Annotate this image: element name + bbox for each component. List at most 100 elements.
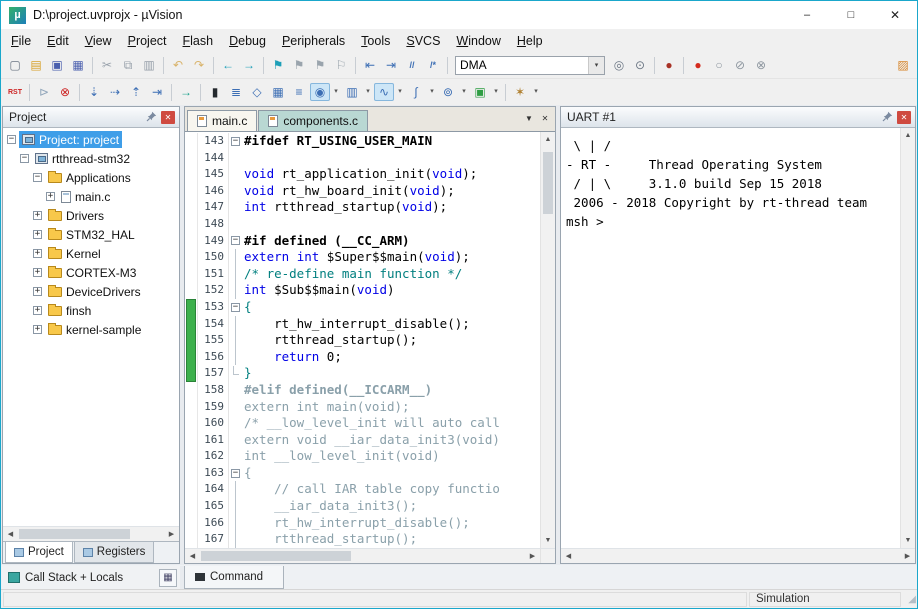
code-line[interactable]: 156 return 0; — [185, 349, 540, 366]
scroll-right-icon[interactable]: ▶ — [525, 549, 540, 563]
uart-hscrollbar[interactable]: ◀ ▶ — [561, 548, 915, 563]
code-line[interactable]: 155 rtthread_startup(); — [185, 332, 540, 349]
expand-toggle-icon[interactable]: + — [33, 325, 42, 334]
code-line[interactable]: 148 — [185, 216, 540, 233]
menu-debug[interactable]: Debug — [221, 30, 274, 52]
code-line[interactable]: 166 rt_hw_interrupt_disable(); — [185, 515, 540, 532]
code-line[interactable]: 143−#ifdef RT_USING_USER_MAIN — [185, 133, 540, 150]
code-line[interactable]: 159extern int main(void); — [185, 399, 540, 416]
grid-button[interactable]: ▦ — [159, 569, 177, 587]
scroll-up-icon[interactable]: ▲ — [901, 128, 915, 143]
uart-panel-close-icon[interactable]: ✕ — [897, 111, 911, 124]
expand-toggle-icon[interactable]: + — [46, 192, 55, 201]
find-text-dropdown-icon[interactable]: ▾ — [588, 57, 604, 74]
code-line[interactable]: 167 rtthread_startup(); — [185, 531, 540, 548]
scroll-track[interactable] — [901, 143, 915, 533]
toolbox-icon[interactable]: ✶ — [510, 83, 530, 101]
reset-cpu-icon[interactable]: RST — [5, 83, 25, 101]
tree-item-file-main-c[interactable]: +main.c — [3, 187, 179, 206]
expand-toggle-icon[interactable]: + — [33, 306, 42, 315]
step-over-icon[interactable]: ⇢ — [105, 83, 125, 101]
panel-tab-registers[interactable]: Registers — [74, 542, 155, 563]
code-line[interactable]: 164 // call IAR table copy functio — [185, 481, 540, 498]
redo-icon[interactable]: ↷ — [189, 56, 209, 74]
command-tab[interactable]: Command — [184, 566, 284, 589]
scroll-right-icon[interactable]: ▶ — [164, 527, 179, 541]
scroll-left-icon[interactable]: ◀ — [3, 527, 18, 541]
code-area[interactable]: 143−#ifdef RT_USING_USER_MAIN144145void … — [185, 132, 540, 548]
resize-grip[interactable]: ◢ — [902, 594, 916, 605]
scroll-down-icon[interactable]: ▼ — [541, 533, 555, 548]
save-all-icon[interactable]: ▦ — [68, 56, 88, 74]
find-in-files-icon[interactable]: ◎ — [609, 56, 629, 74]
menu-edit[interactable]: Edit — [39, 30, 77, 52]
maximize-button[interactable]: □ — [829, 1, 873, 29]
expand-toggle-icon[interactable]: − — [33, 173, 42, 182]
close-button[interactable]: ✕ — [873, 1, 917, 29]
minimize-button[interactable]: – — [785, 1, 829, 29]
code-line[interactable]: 162int __low_level_init(void) — [185, 448, 540, 465]
expand-toggle-icon[interactable]: − — [7, 135, 16, 144]
call-stack-tab[interactable]: Call Stack + Locals ▦ — [2, 566, 180, 589]
scroll-left-icon[interactable]: ◀ — [185, 549, 200, 563]
trace-window-icon[interactable]: ⊚ — [438, 83, 458, 101]
code-line[interactable]: 146void rt_hw_board_init(void); — [185, 183, 540, 200]
code-line[interactable]: 150extern int $Super$$main(void); — [185, 249, 540, 266]
uart-output[interactable]: \ | /- RT - Thread Operating System / | … — [561, 128, 900, 548]
clear-all-bookmarks-icon[interactable]: ⚐ — [331, 56, 351, 74]
code-line[interactable]: 154 rt_hw_interrupt_disable(); — [185, 316, 540, 333]
scroll-track[interactable] — [200, 549, 525, 563]
symbol-window-icon[interactable]: ◇ — [247, 83, 267, 101]
tree-item-group-applications[interactable]: −Applications — [3, 168, 179, 187]
fold-toggle-icon[interactable]: − — [231, 303, 240, 312]
close-document-icon[interactable]: ✕ — [537, 110, 553, 128]
navigate-back-icon[interactable]: ← — [218, 56, 238, 74]
lookup-icon[interactable]: ● — [659, 56, 679, 74]
command-window-icon[interactable]: ▮ — [205, 83, 225, 101]
memory-window-dropdown-icon[interactable]: ▾ — [363, 83, 373, 101]
expand-toggle-icon[interactable]: + — [33, 287, 42, 296]
previous-bookmark-icon[interactable]: ⚑ — [289, 56, 309, 74]
navigate-forward-icon[interactable]: → — [239, 56, 259, 74]
code-line[interactable]: 158#elif defined(__ICCARM__) — [185, 382, 540, 399]
configure-flash-tools-icon[interactable]: ▨ — [893, 56, 913, 74]
system-viewer-dropdown-icon[interactable]: ▾ — [491, 83, 501, 101]
tree-item-group-devicedrivers[interactable]: +DeviceDrivers — [3, 282, 179, 301]
tree-item-group-kernel[interactable]: +Kernel — [3, 244, 179, 263]
watch-window-icon[interactable]: ◉ — [310, 83, 330, 101]
find-text-combo[interactable]: ▾ — [455, 56, 605, 75]
registers-window-icon[interactable]: ▦ — [268, 83, 288, 101]
editor-vscrollbar[interactable]: ▲ ▼ — [540, 132, 555, 548]
scroll-right-icon[interactable]: ▶ — [900, 549, 915, 563]
uncomment-selection-icon[interactable]: /* — [423, 56, 443, 74]
undo-icon[interactable]: ↶ — [168, 56, 188, 74]
editor-tab-components-c[interactable]: components.c — [258, 110, 368, 131]
project-panel-close-icon[interactable]: ✕ — [161, 111, 175, 124]
scroll-track[interactable] — [541, 147, 555, 533]
run-icon[interactable]: ⊳ — [34, 83, 54, 101]
panel-tab-project[interactable]: Project — [5, 542, 73, 563]
copy-icon[interactable]: ⧉ — [118, 56, 138, 74]
pin-icon[interactable] — [144, 111, 158, 123]
expand-toggle-icon[interactable]: + — [33, 249, 42, 258]
window-list-icon[interactable]: ▼ — [521, 110, 537, 128]
trace-window-dropdown-icon[interactable]: ▾ — [459, 83, 469, 101]
code-line[interactable]: 151/* re-define main function */ — [185, 266, 540, 283]
menu-project[interactable]: Project — [120, 30, 175, 52]
menu-window[interactable]: Window — [448, 30, 508, 52]
disassembly-window-icon[interactable]: ≣ — [226, 83, 246, 101]
tree-item-target-rtthread-stm32[interactable]: −rtthread-stm32 — [3, 149, 179, 168]
cut-icon[interactable]: ✂ — [97, 56, 117, 74]
serial-window-dropdown-icon[interactable]: ▾ — [395, 83, 405, 101]
step-into-icon[interactable]: ⇣ — [84, 83, 104, 101]
fold-toggle-icon[interactable]: − — [231, 236, 240, 245]
paste-icon[interactable]: ▥ — [139, 56, 159, 74]
toggle-bookmark-icon[interactable]: ⚑ — [268, 56, 288, 74]
fold-toggle-icon[interactable]: − — [231, 469, 240, 478]
scroll-up-icon[interactable]: ▲ — [541, 132, 555, 147]
code-line[interactable]: 165 __iar_data_init3(); — [185, 498, 540, 515]
scroll-thumb[interactable] — [543, 152, 553, 214]
system-viewer-icon[interactable]: ▣ — [470, 83, 490, 101]
code-line[interactable]: 160/* __low_level_init will auto call — [185, 415, 540, 432]
new-file-icon[interactable]: ▢ — [5, 56, 25, 74]
